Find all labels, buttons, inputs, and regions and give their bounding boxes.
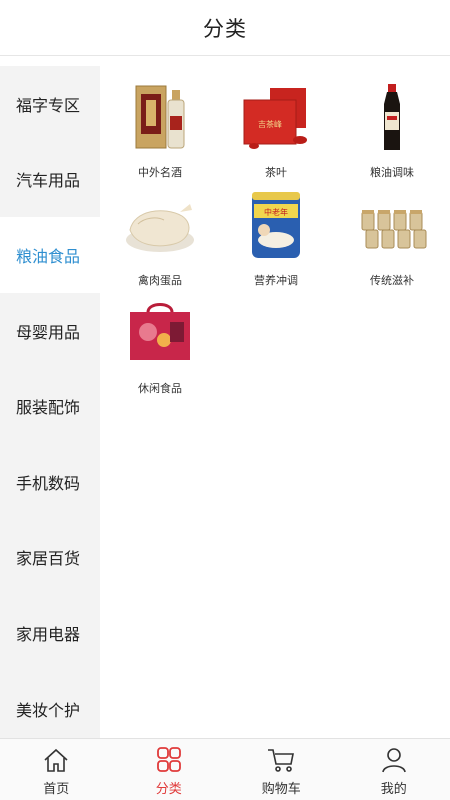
category-item-label: 禽肉蛋品 xyxy=(138,274,182,287)
sidebar-item-label: 母婴用品 xyxy=(16,322,81,342)
sidebar-item-grain-oil-food[interactable]: 粮油食品 xyxy=(0,217,100,293)
category-item-label: 粮油调味 xyxy=(370,166,414,179)
sidebar-item-label: 家居百货 xyxy=(16,549,81,569)
whole-chicken-image xyxy=(124,190,196,262)
category-item-tonics[interactable]: 传统滋补 xyxy=(334,184,450,292)
category-item-label: 休闲食品 xyxy=(138,382,182,395)
category-grid: 中外名酒 吉茶峰 茶叶 粮油调味 禽肉蛋品 中老年 营养冲调 传统滋补 休闲食品 xyxy=(100,66,450,738)
category-item-label: 茶叶 xyxy=(265,166,287,179)
tab-label: 购物车 xyxy=(261,782,301,797)
grid-icon xyxy=(156,747,181,772)
cart-icon xyxy=(268,749,295,772)
top-bar: 分类 xyxy=(0,0,450,56)
tab-mine[interactable]: 我的 xyxy=(338,739,450,800)
soy-sauce-bottle-image xyxy=(356,82,428,154)
tab-cart[interactable]: 购物车 xyxy=(225,739,338,800)
svg-text:吉茶峰: 吉茶峰 xyxy=(258,119,282,129)
category-item-tea[interactable]: 吉茶峰 茶叶 xyxy=(218,76,334,184)
sidebar-item-label: 粮油食品 xyxy=(16,246,81,266)
tab-home[interactable]: 首页 xyxy=(0,739,113,800)
tea-gift-box-image: 吉茶峰 xyxy=(240,82,312,154)
sidebar-item-label: 美妆个护 xyxy=(16,700,81,720)
sidebar-item-car[interactable]: 汽车用品 xyxy=(0,141,100,218)
sidebar-item-label: 福字专区 xyxy=(16,95,81,115)
category-sidebar: 福字专区 汽车用品 粮油食品 母婴用品 服装配饰 手机数码 家居百货 家用电器 … xyxy=(0,66,100,747)
tab-label: 我的 xyxy=(380,782,407,797)
bottom-tab-bar: 首页 分类 购物车 我的 xyxy=(0,738,450,800)
category-item-nutrition-drinks[interactable]: 中老年 营养冲调 xyxy=(218,184,334,292)
category-item-label: 传统滋补 xyxy=(370,274,414,287)
category-item-poultry[interactable]: 禽肉蛋品 xyxy=(102,184,218,292)
tab-label: 分类 xyxy=(155,782,182,797)
category-item-label: 营养冲调 xyxy=(254,274,298,287)
category-item-label: 中外名酒 xyxy=(138,166,182,179)
tonic-jars-image xyxy=(356,190,428,262)
sidebar-item-appliances[interactable]: 家用电器 xyxy=(0,595,100,671)
sidebar-item-digital[interactable]: 手机数码 xyxy=(0,443,100,520)
svg-text:中老年: 中老年 xyxy=(264,207,288,217)
category-item-snacks[interactable]: 休闲食品 xyxy=(102,292,218,400)
home-icon xyxy=(44,748,68,772)
sidebar-item-apparel[interactable]: 服装配饰 xyxy=(0,368,100,444)
sidebar-item-mother-baby[interactable]: 母婴用品 xyxy=(0,292,100,369)
person-icon xyxy=(381,748,406,773)
sidebar-item-beauty[interactable]: 美妆个护 xyxy=(0,670,100,747)
sidebar-item-home-goods[interactable]: 家居百货 xyxy=(0,519,100,596)
page-title: 分类 xyxy=(203,16,247,41)
category-item-liquor[interactable]: 中外名酒 xyxy=(102,76,218,184)
snack-gift-box-image xyxy=(124,298,196,370)
tab-label: 首页 xyxy=(43,782,70,797)
tab-category[interactable]: 分类 xyxy=(113,739,226,800)
sidebar-item-label: 服装配饰 xyxy=(16,398,81,418)
sidebar-item-label: 手机数码 xyxy=(16,473,81,493)
sidebar-item-label: 家用电器 xyxy=(16,624,81,644)
category-item-condiments[interactable]: 粮油调味 xyxy=(334,76,450,184)
sidebar-item-fuzi[interactable]: 福字专区 xyxy=(0,66,100,142)
liquor-bottle-box-image xyxy=(124,82,196,154)
milk-powder-can-image: 中老年 xyxy=(240,190,312,262)
sidebar-item-label: 汽车用品 xyxy=(16,171,81,191)
